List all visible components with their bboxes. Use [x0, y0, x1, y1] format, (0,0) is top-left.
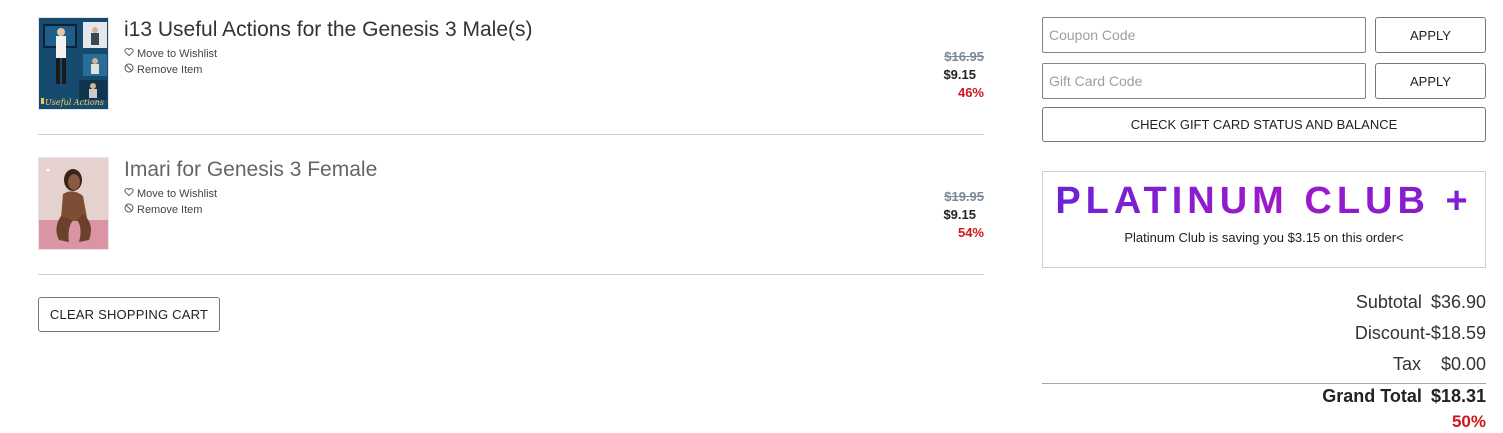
thumbnail-caption: Useful Actions	[45, 98, 104, 107]
discount-percent: 54%	[957, 225, 984, 240]
product-title[interactable]: i13 Useful Actions for the Genesis 3 Mal…	[124, 18, 533, 42]
apply-gift-card-button[interactable]: APPLY	[1375, 63, 1486, 99]
apply-coupon-button[interactable]: APPLY	[1375, 17, 1486, 53]
remove-item-link[interactable]: Remove Item	[124, 63, 202, 76]
prohibited-icon	[124, 63, 134, 76]
remove-label: Remove Item	[137, 63, 203, 76]
discount-value: -$18.59	[1424, 323, 1486, 343]
discount-percent: 46%	[957, 85, 984, 100]
original-price: $19.95	[944, 189, 984, 204]
totals-divider	[1042, 383, 1486, 384]
platinum-club-logo: PLATINUM CLUB +	[1043, 180, 1485, 223]
move-to-wishlist-link[interactable]: Move to Wishlist	[124, 47, 217, 60]
gift-card-code-input[interactable]	[1042, 63, 1366, 99]
platinum-club-banner[interactable]: PLATINUM CLUB + Platinum Club is saving …	[1042, 171, 1486, 268]
remove-item-link[interactable]: Remove Item	[124, 203, 202, 216]
item-prices: $19.95 $9.15 54%	[943, 188, 984, 242]
sale-price: $9.15	[943, 207, 976, 222]
item-prices: $16.95 $9.15 46%	[943, 48, 984, 102]
tax-row: Tax $0.00	[1393, 354, 1486, 375]
grand-total-label: Grand Total	[1322, 386, 1422, 406]
heart-icon	[124, 47, 134, 60]
subtotal-label: Subtotal	[1355, 292, 1422, 312]
check-gift-card-button[interactable]: CHECK GIFT CARD STATUS AND BALANCE	[1042, 107, 1486, 142]
discount-row: Discount -$18.59	[1355, 323, 1486, 344]
cart-item: Useful Actions i13 Useful Actions for th…	[38, 17, 984, 135]
subtotal-row: Subtotal $36.90	[1356, 292, 1486, 313]
original-price: $16.95	[944, 49, 984, 64]
wishlist-label: Move to Wishlist	[137, 187, 218, 200]
clear-shopping-cart-button[interactable]: CLEAR SHOPPING CART	[38, 297, 220, 332]
discount-label: Discount	[1354, 323, 1425, 343]
grand-total-row: Grand Total $18.31	[1322, 386, 1486, 407]
sale-price: $9.15	[943, 67, 976, 82]
product-thumbnail[interactable]: Useful Actions	[38, 17, 109, 110]
move-to-wishlist-link[interactable]: Move to Wishlist	[124, 187, 217, 200]
wishlist-label: Move to Wishlist	[137, 47, 218, 60]
cart-item: Imari for Genesis 3 Female Move to Wishl…	[38, 157, 984, 275]
product-title[interactable]: Imari for Genesis 3 Female	[124, 158, 377, 182]
grand-total-value: $18.31	[1430, 386, 1486, 406]
product-thumbnail[interactable]	[38, 157, 109, 250]
savings-percent: 50%	[1451, 412, 1486, 431]
heart-icon	[124, 187, 134, 200]
coupon-code-input[interactable]	[1042, 17, 1366, 53]
savings-percent-row: 50%	[1452, 412, 1486, 432]
tax-value: $0.00	[1440, 354, 1486, 374]
subtotal-value: $36.90	[1430, 292, 1486, 312]
remove-label: Remove Item	[137, 203, 203, 216]
tax-label: Tax	[1392, 354, 1421, 374]
platinum-savings-note: Platinum Club is saving you $3.15 on thi…	[1124, 230, 1404, 245]
prohibited-icon	[124, 203, 134, 216]
